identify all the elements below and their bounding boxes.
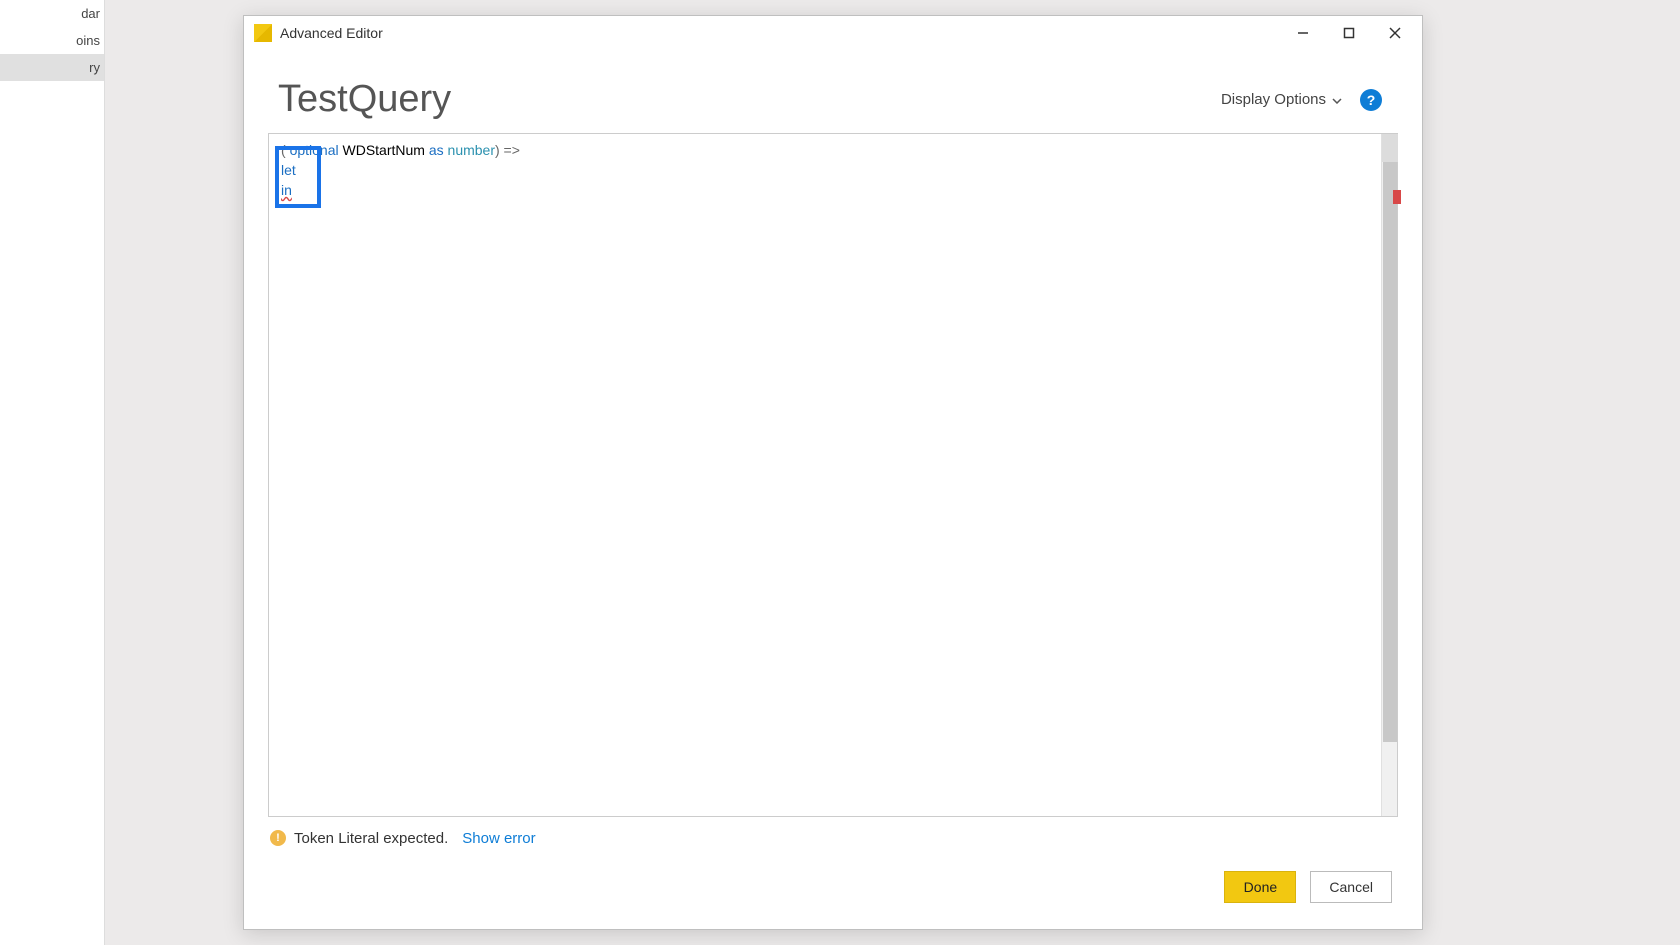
error-marker-icon xyxy=(1393,190,1401,204)
cancel-button[interactable]: Cancel xyxy=(1310,871,1392,903)
chevron-down-icon xyxy=(1332,91,1342,108)
dialog-header: TestQuery Display Options ? xyxy=(244,50,1422,133)
dialog-titlebar: Advanced Editor xyxy=(244,16,1422,50)
code-line-1: ( optional WDStartNum as number) => xyxy=(281,140,1369,160)
queries-sidebar: dar oins ry xyxy=(0,0,105,945)
warning-icon: ! xyxy=(270,830,286,846)
maximize-button[interactable] xyxy=(1326,18,1372,48)
sidebar-item-0[interactable]: dar xyxy=(0,0,104,27)
done-button[interactable]: Done xyxy=(1224,871,1296,903)
status-bar: ! Token Literal expected. Show error xyxy=(244,817,1422,853)
code-editor[interactable]: ( optional WDStartNum as number) => let … xyxy=(268,133,1398,817)
minimize-button[interactable] xyxy=(1280,18,1326,48)
status-message: Token Literal expected. xyxy=(294,830,448,847)
scrollbar-overview-region xyxy=(1382,134,1398,162)
show-error-link[interactable]: Show error xyxy=(462,830,535,847)
code-line-4: in xyxy=(281,180,1369,200)
help-icon[interactable]: ? xyxy=(1360,89,1382,111)
dialog-title: Advanced Editor xyxy=(280,25,1280,41)
app-icon xyxy=(254,24,272,42)
query-name: TestQuery xyxy=(278,78,1221,121)
code-content[interactable]: ( optional WDStartNum as number) => let … xyxy=(269,134,1381,816)
advanced-editor-dialog: Advanced Editor TestQuery Display Option… xyxy=(243,15,1423,930)
display-options-label: Display Options xyxy=(1221,91,1326,108)
sidebar-item-1[interactable]: oins xyxy=(0,27,104,54)
scrollbar-thumb[interactable] xyxy=(1383,162,1397,742)
close-button[interactable] xyxy=(1372,18,1418,48)
code-line-2: let xyxy=(281,160,1369,180)
dialog-buttons: Done Cancel xyxy=(244,853,1422,929)
editor-scrollbar[interactable] xyxy=(1381,134,1397,816)
display-options-dropdown[interactable]: Display Options xyxy=(1221,91,1342,108)
sidebar-item-2[interactable]: ry xyxy=(0,54,104,81)
